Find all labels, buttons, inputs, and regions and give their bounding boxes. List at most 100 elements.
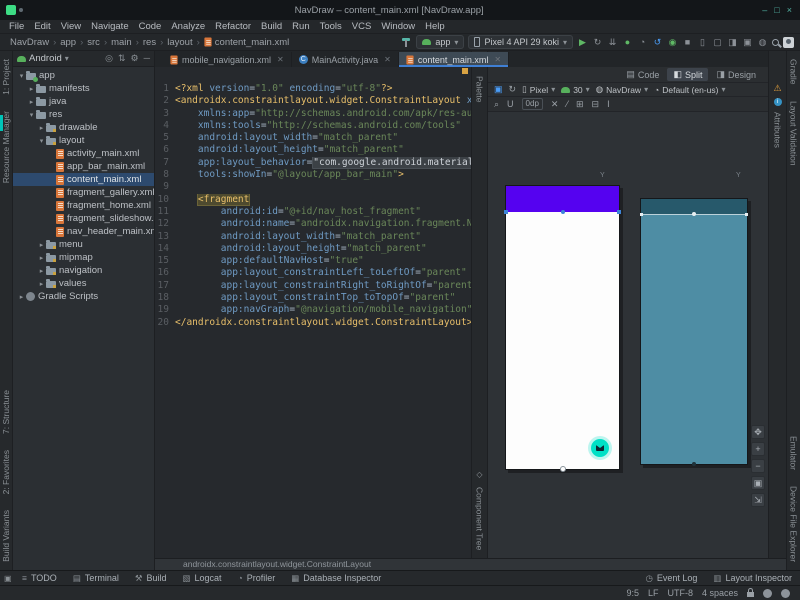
fab-preview[interactable] — [591, 439, 609, 457]
run-icon[interactable]: ▶ — [577, 35, 588, 49]
apply-code-changes-icon[interactable]: ⇊ — [607, 35, 618, 49]
toolwindow-logcat[interactable]: ▧Logcat — [175, 573, 230, 584]
notification-icon[interactable] — [763, 589, 772, 598]
theme-select[interactable]: ◍NavDraw▾ — [596, 84, 648, 95]
close-icon[interactable]: ✕ — [277, 55, 284, 64]
tree-expander-icon[interactable]: ▸ — [37, 267, 46, 275]
window-controls[interactable]: –□× — [762, 5, 792, 15]
window-control-0[interactable]: – — [762, 5, 767, 15]
selection-handle[interactable] — [504, 210, 508, 214]
tree-expander-icon[interactable]: ▸ — [27, 85, 36, 93]
tree-item-nav-header-main-xml[interactable]: nav_header_main.xml — [13, 225, 154, 238]
avatar[interactable] — [783, 37, 794, 48]
default-margin-select[interactable]: 0dp — [522, 98, 543, 110]
code-line[interactable]: 15 app:defaultNavHost="true" — [155, 255, 471, 267]
toolwindow-2-favorites[interactable]: 2: Favorites — [1, 450, 11, 494]
toolwindow-device-file-explorer[interactable]: Device File Explorer — [789, 486, 799, 562]
constraint-anchor[interactable] — [692, 462, 696, 466]
tree-item-fragment-home-xml[interactable]: fragment_home.xml — [13, 199, 154, 212]
code-line[interactable]: 12 android:name="androidx.navigation.fra… — [155, 218, 471, 230]
menu-tools[interactable]: Tools — [315, 21, 347, 32]
breadcrumb-main[interactable]: main — [109, 37, 134, 48]
tree-item-java[interactable]: ▸java — [13, 95, 154, 108]
tree-expander-icon[interactable]: ▸ — [37, 124, 46, 132]
component-tree-label[interactable]: Component Tree — [475, 487, 485, 550]
mode-tab-split[interactable]: ◧Split — [667, 68, 708, 81]
notification-icon[interactable] — [781, 589, 790, 598]
window-control-2[interactable]: × — [787, 5, 792, 15]
breadcrumb-content-main-xml[interactable]: content_main.xml — [202, 37, 291, 48]
tree-item-content-main-xml[interactable]: content_main.xml — [13, 173, 154, 186]
attributes-label[interactable]: Attributes — [773, 112, 783, 148]
encoding[interactable]: UTF-8 — [667, 588, 693, 598]
breadcrumb-src[interactable]: src — [85, 37, 102, 48]
design-preview-phone[interactable] — [505, 185, 620, 470]
align-icon[interactable]: ⊟ — [592, 99, 600, 110]
problems-icon[interactable]: ◍ — [757, 35, 768, 49]
code-line[interactable]: 1<?xml version="1.0" encoding="utf-8"?> — [155, 83, 471, 95]
selection-handle[interactable] — [640, 213, 643, 216]
zoom-fit-button[interactable]: ▣ — [751, 476, 765, 490]
pan-button[interactable]: ✥ — [751, 425, 765, 439]
toolwindow-todo[interactable]: ≡TODO — [14, 573, 65, 584]
tree-item-navigation[interactable]: ▸navigation — [13, 264, 154, 277]
layout-inspector-icon[interactable]: ▢ — [712, 35, 723, 49]
settings-icon[interactable]: ⚙ — [131, 53, 139, 64]
code-line[interactable]: 19 app:navGraph="@navigation/mobile_navi… — [155, 304, 471, 316]
toolwindow-resource-manager[interactable]: Resource Manager — [1, 111, 11, 183]
breadcrumb-navdraw[interactable]: NavDraw — [8, 37, 51, 48]
tree-expander-icon[interactable]: ▸ — [37, 280, 46, 288]
tree-item-drawable[interactable]: ▸drawable — [13, 121, 154, 134]
zoom-out-button[interactable]: − — [751, 459, 765, 473]
menu-code[interactable]: Code — [134, 21, 167, 32]
tree-item-fragment-gallery-xml[interactable]: fragment_gallery.xml — [13, 186, 154, 199]
toolwindow-event-log[interactable]: ◷Event Log — [637, 573, 705, 584]
mode-tab-code[interactable]: ▤Code — [620, 68, 665, 81]
xml-breadcrumb[interactable]: androidx.constraintlayout.widget.Constra… — [183, 559, 371, 569]
magnet-icon[interactable]: U — [507, 99, 514, 109]
tree-item-menu[interactable]: ▸menu — [13, 238, 154, 251]
tree-expander-icon[interactable]: ▾ — [17, 72, 26, 80]
emulator-icon[interactable]: ▣ — [742, 35, 753, 49]
tree-item-activity-main-xml[interactable]: activity_main.xml — [13, 147, 154, 160]
locale-select[interactable]: ◔Default (en-us)▾ — [654, 85, 725, 95]
guideline-icon[interactable]: I — [607, 99, 610, 109]
code-line[interactable]: 9 — [155, 181, 471, 193]
code-line[interactable]: 10 <fragment — [155, 194, 471, 206]
stop-icon[interactable]: ■ — [682, 35, 693, 49]
info-badge-icon[interactable]: i — [774, 98, 782, 106]
tree-item-fragment-slideshow-xml[interactable]: fragment_slideshow.xml — [13, 212, 154, 225]
run-config-select[interactable]: app▾ — [416, 35, 464, 49]
code-line[interactable]: 8 tools:showIn="@layout/app_bar_main"> — [155, 169, 471, 181]
orientation-icon[interactable]: ↻ — [509, 84, 517, 95]
toolwindow-7-structure[interactable]: 7: Structure — [1, 390, 11, 434]
selection-handle[interactable] — [617, 210, 621, 214]
expand-collapse-icon[interactable]: ⇅ — [118, 53, 126, 64]
code-line[interactable]: 6 android:layout_height="match_parent" — [155, 144, 471, 156]
toolwindow-emulator[interactable]: Emulator — [789, 436, 799, 470]
zoom-in-button[interactable]: + — [751, 442, 765, 456]
clear-constraints-icon[interactable]: ✕ — [551, 99, 559, 110]
line-ending[interactable]: LF — [648, 588, 659, 598]
toolwindow-build-variants[interactable]: Build Variants — [1, 510, 11, 562]
locate-file-icon[interactable]: ◎ — [105, 53, 113, 64]
caret-position[interactable]: 9:5 — [626, 588, 639, 598]
toolwindow-profiler[interactable]: ◔Profiler — [230, 573, 284, 584]
toolwindow-1-project[interactable]: 1: Project — [1, 59, 11, 95]
toolwindow-layout-validation[interactable]: Layout Validation — [789, 101, 799, 166]
menu-edit[interactable]: Edit — [29, 21, 55, 32]
apply-changes-icon[interactable]: ↻ — [592, 35, 603, 49]
close-icon[interactable]: ✕ — [384, 55, 391, 64]
toolwindow-database-inspector[interactable]: ▦Database Inspector — [283, 573, 389, 584]
sdk-manager-icon[interactable]: ◨ — [727, 35, 738, 49]
search-icon[interactable] — [772, 39, 779, 46]
code-line[interactable]: 7 app:layout_behavior="com.google.androi… — [155, 157, 471, 169]
code-line[interactable]: 11 android:id="@+id/nav_host_fragment" — [155, 206, 471, 218]
breadcrumb-layout[interactable]: layout — [165, 37, 194, 48]
pack-icon[interactable]: ⊞ — [576, 99, 584, 110]
device-select[interactable]: ▯Pixel▾ — [522, 84, 555, 95]
editor-tab-content-main-xml[interactable]: content_main.xml✕ — [399, 52, 509, 67]
code-line[interactable]: 2<androidx.constraintlayout.widget.Const… — [155, 95, 471, 107]
menu-vcs[interactable]: VCS — [347, 21, 377, 32]
close-icon[interactable]: ✕ — [494, 55, 501, 64]
